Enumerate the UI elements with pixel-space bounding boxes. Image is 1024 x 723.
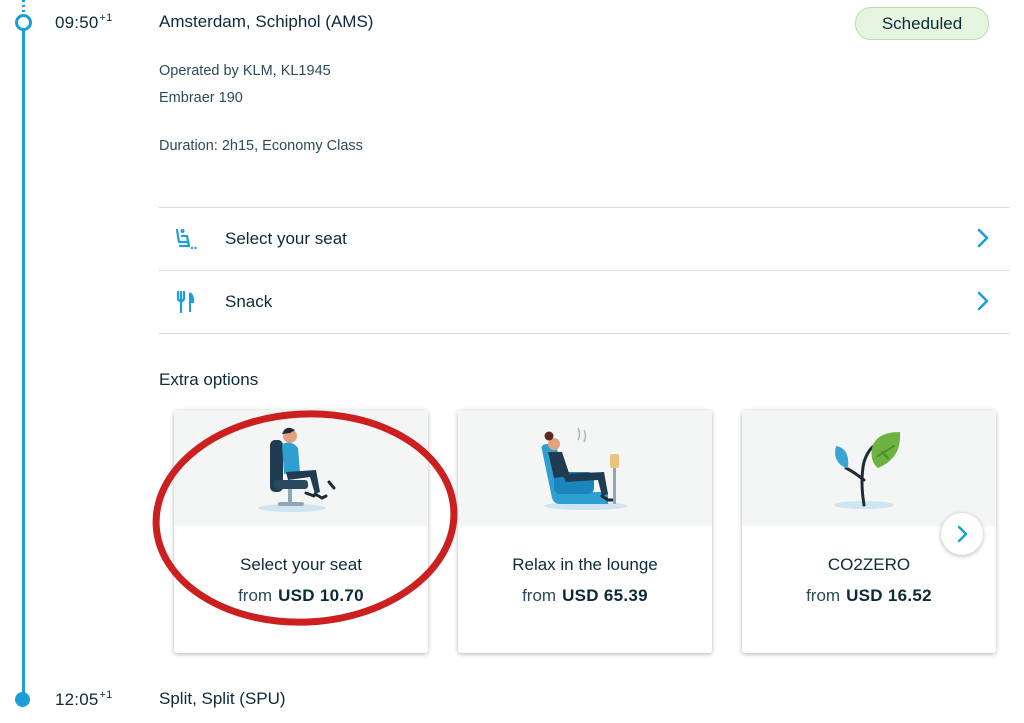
arrival-time: 12:05+1 bbox=[55, 689, 113, 710]
card-price-amount: USD 16.52 bbox=[846, 586, 932, 605]
fork-knife-icon bbox=[176, 290, 195, 314]
timeline-line bbox=[22, 26, 25, 698]
card-price: from USD 65.39 bbox=[458, 586, 712, 606]
card-price-amount: USD 65.39 bbox=[562, 586, 648, 605]
carousel-next-button[interactable] bbox=[941, 513, 983, 555]
card-price-from: from bbox=[238, 586, 273, 605]
card-title: Select your seat bbox=[240, 555, 362, 574]
card-price: from USD 16.52 bbox=[742, 586, 996, 606]
chevron-right-icon bbox=[957, 525, 968, 543]
select-seat-label: Select your seat bbox=[225, 229, 347, 248]
extra-options-heading: Extra options bbox=[159, 370, 259, 389]
seat-icon bbox=[175, 228, 197, 250]
snack-label: Snack bbox=[225, 292, 273, 311]
status-badge: Scheduled bbox=[855, 7, 989, 40]
card-price-amount: USD 10.70 bbox=[278, 586, 364, 605]
seat-illustration-icon bbox=[258, 427, 336, 512]
card-title: CO2ZERO bbox=[827, 555, 911, 574]
card-illustration-area bbox=[458, 410, 712, 526]
arrival-time-value: 12:05 bbox=[55, 690, 99, 709]
arrival-timeline-node bbox=[15, 692, 30, 707]
card-price-from: from bbox=[806, 586, 841, 605]
arrival-airport: Split, Split (SPU) bbox=[159, 689, 286, 708]
seat-option-card[interactable]: Select your seat from USD 10.70 bbox=[174, 410, 428, 653]
chevron-right-icon bbox=[977, 291, 989, 311]
departure-airport: Amsterdam, Schiphol (AMS) bbox=[159, 12, 374, 31]
flight-duration: Duration: 2h15, Economy Class bbox=[159, 138, 363, 154]
card-title: Relax in the lounge bbox=[512, 555, 658, 574]
card-price-from: from bbox=[522, 586, 557, 605]
departure-time-value: 09:50 bbox=[55, 13, 99, 32]
snack-row[interactable]: Snack bbox=[159, 270, 1010, 334]
leaf-plane-illustration-icon bbox=[834, 432, 901, 509]
arrival-day-offset: +1 bbox=[99, 689, 113, 701]
lounge-option-card[interactable]: Relax in the lounge from USD 65.39 bbox=[458, 410, 712, 653]
departure-day-offset: +1 bbox=[99, 12, 113, 24]
departure-timeline-node bbox=[15, 14, 32, 31]
select-seat-row[interactable]: Select your seat bbox=[159, 207, 1010, 270]
timeline-connector-dotted bbox=[22, 0, 25, 14]
departure-time: 09:50+1 bbox=[55, 12, 113, 33]
operated-by: Operated by KLM, KL1945 bbox=[159, 63, 331, 79]
aircraft-type: Embraer 190 bbox=[159, 90, 243, 106]
card-illustration-area bbox=[174, 410, 428, 526]
card-price: from USD 10.70 bbox=[174, 586, 428, 606]
card-illustration-area bbox=[742, 410, 996, 526]
chevron-right-icon bbox=[977, 228, 989, 248]
lounge-illustration-icon bbox=[541, 427, 628, 510]
